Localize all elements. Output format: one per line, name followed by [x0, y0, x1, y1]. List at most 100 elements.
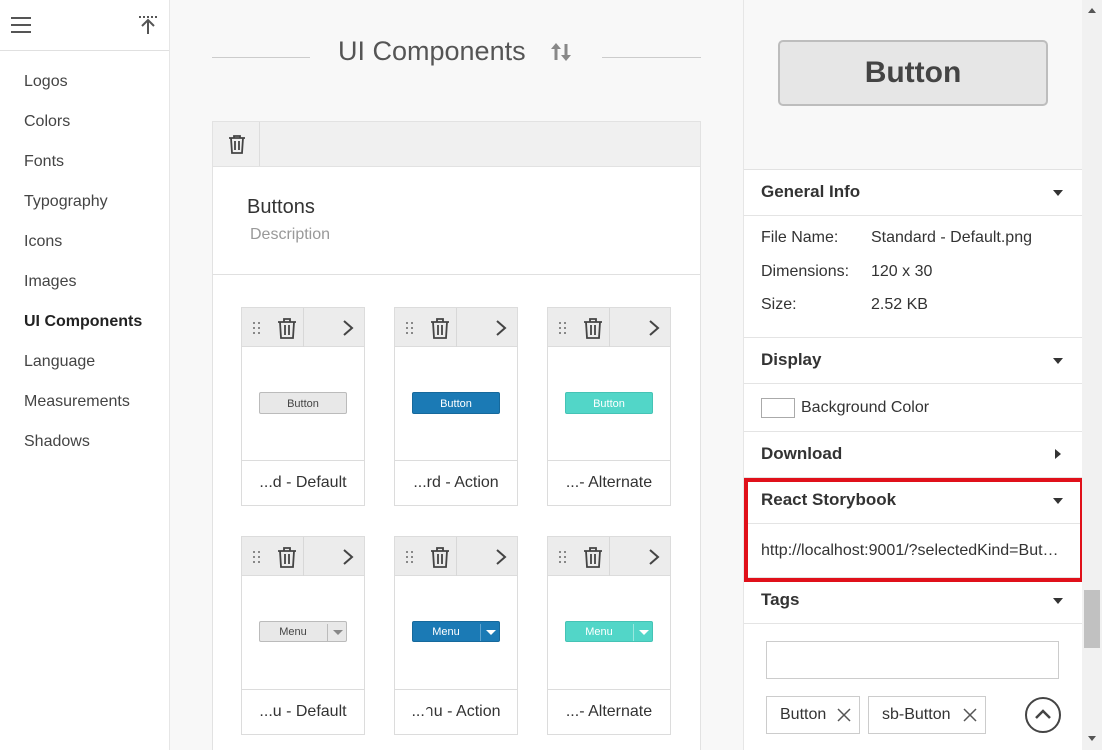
- info-value: Standard - Default.png: [871, 229, 1032, 246]
- scrollbar-thumb[interactable]: [1084, 590, 1100, 648]
- drag-handle-icon[interactable]: [405, 550, 415, 564]
- menu-label: Menu: [585, 626, 613, 638]
- sidebar-item-measurements[interactable]: Measurements: [0, 382, 169, 422]
- info-value: 2.52 KB: [871, 296, 928, 313]
- chevron-down-icon: [1053, 358, 1063, 364]
- sidebar-item-logos[interactable]: Logos: [0, 62, 169, 102]
- preview-menu-button: Menu: [565, 621, 653, 642]
- storybook-body: http://localhost:9001/?selectedKind=Butt…: [744, 524, 1082, 578]
- title-divider-left: [212, 57, 310, 58]
- background-color-swatch[interactable]: [761, 398, 795, 418]
- sidebar-item-images[interactable]: Images: [0, 262, 169, 302]
- trash-icon: [229, 135, 245, 154]
- info-value: 120 x 30: [871, 263, 933, 280]
- menu-label: Menu: [279, 626, 307, 638]
- card-toolbar: [548, 308, 670, 347]
- chevron-right-icon[interactable]: [494, 318, 508, 338]
- scroll-to-top-icon[interactable]: [137, 14, 159, 36]
- card-caption: ...- Alternate: [565, 703, 653, 720]
- trash-icon[interactable]: [430, 317, 450, 339]
- tag-label: Button: [780, 706, 827, 723]
- asset-card[interactable]: Menu ...- Alternate: [547, 536, 671, 735]
- toolbar-divider: [456, 537, 457, 576]
- caret-down-icon: [486, 630, 496, 635]
- sidebar-topbar: [0, 0, 169, 51]
- chevron-right-icon[interactable]: [341, 547, 355, 567]
- section-name[interactable]: Buttons: [247, 196, 315, 219]
- scroll-to-top-button[interactable]: [1025, 697, 1061, 733]
- trash-icon[interactable]: [583, 546, 603, 568]
- menu-separator: [633, 624, 634, 641]
- drag-handle-icon[interactable]: [405, 321, 415, 335]
- tag-label: sb-Button: [882, 706, 951, 723]
- scroll-up-arrow-icon[interactable]: [1088, 8, 1096, 13]
- section-description[interactable]: Description: [250, 226, 330, 244]
- remove-tag-icon[interactable]: [837, 708, 851, 722]
- general-info-title: General Info: [761, 182, 861, 201]
- general-info-header[interactable]: General Info: [744, 170, 1082, 216]
- chevron-right-icon[interactable]: [647, 547, 661, 567]
- card-preview: Button: [395, 347, 517, 461]
- asset-card[interactable]: Menu ...u - Default: [241, 536, 365, 735]
- card-preview: Button: [548, 347, 670, 461]
- display-title: Display: [761, 350, 822, 369]
- sidebar-item-ui-components[interactable]: UI Components: [0, 302, 169, 342]
- card-toolbar: [548, 537, 670, 576]
- trash-icon[interactable]: [277, 317, 297, 339]
- sidebar-item-shadows[interactable]: Shadows: [0, 422, 169, 462]
- trash-icon[interactable]: [430, 546, 450, 568]
- menu-label: Menu: [432, 626, 460, 638]
- page-scrollbar[interactable]: [1082, 0, 1102, 750]
- nav-list: Logos Colors Fonts Typography Icons Images UI …: [0, 51, 169, 462]
- sidebar-item-typography[interactable]: Typography: [0, 182, 169, 222]
- section-header: Buttons Description: [213, 167, 700, 275]
- trash-icon[interactable]: [583, 317, 603, 339]
- storybook-link[interactable]: http://localhost:9001/?selectedKind=Butt…: [761, 542, 1061, 560]
- hamburger-menu-icon[interactable]: [11, 17, 31, 33]
- drag-handle-icon[interactable]: [252, 550, 262, 564]
- general-info-body: File Name: Standard - Default.png Dimens…: [744, 216, 1082, 338]
- chevron-right-icon[interactable]: [647, 318, 661, 338]
- drag-handle-icon[interactable]: [558, 321, 568, 335]
- scroll-down-arrow-icon[interactable]: [1088, 736, 1096, 741]
- card-toolbar: [395, 308, 517, 347]
- chevron-right-icon[interactable]: [494, 547, 508, 567]
- asset-card[interactable]: Button ...d - Default: [241, 307, 365, 506]
- chevron-up-icon: [1035, 709, 1051, 719]
- drag-handle-icon[interactable]: [252, 321, 262, 335]
- card-toolbar: [242, 537, 364, 576]
- sidebar-item-fonts[interactable]: Fonts: [0, 142, 169, 182]
- title-divider-right: [602, 57, 701, 58]
- buttons-section: Buttons Description Button ...d - Default…: [212, 121, 701, 750]
- asset-card[interactable]: Button ...rd - Action: [394, 307, 518, 506]
- asset-card[interactable]: Button ...- Alternate: [547, 307, 671, 506]
- chevron-down-icon: [1053, 598, 1063, 604]
- chevron-right-icon[interactable]: [341, 318, 355, 338]
- card-preview: Menu: [395, 576, 517, 690]
- sidebar-item-colors[interactable]: Colors: [0, 102, 169, 142]
- card-preview: Menu: [548, 576, 670, 690]
- toolbar-divider: [609, 308, 610, 347]
- storybook-header[interactable]: React Storybook: [744, 478, 1082, 524]
- tag-chip: Button: [766, 696, 860, 734]
- delete-section-button[interactable]: [213, 122, 260, 166]
- tags-body: Button sb-Button: [744, 624, 1082, 750]
- download-header[interactable]: Download: [744, 432, 1082, 478]
- asset-card[interactable]: Menu ...าu - Action: [394, 536, 518, 735]
- menu-separator: [327, 624, 328, 641]
- sidebar-item-icons[interactable]: Icons: [0, 222, 169, 262]
- display-header[interactable]: Display: [744, 338, 1082, 384]
- card-caption: ...rd - Action: [413, 474, 499, 491]
- sort-icon[interactable]: [549, 40, 573, 64]
- remove-tag-icon[interactable]: [963, 708, 977, 722]
- preview-menu-button: Menu: [259, 621, 347, 642]
- sidebar-item-language[interactable]: Language: [0, 342, 169, 382]
- drag-handle-icon[interactable]: [558, 550, 568, 564]
- card-caption: ...าu - Action: [411, 703, 501, 720]
- chevron-down-icon: [1053, 190, 1063, 196]
- storybook-title: React Storybook: [761, 490, 897, 509]
- card-caption: ...u - Default: [259, 703, 347, 720]
- trash-icon[interactable]: [277, 546, 297, 568]
- tags-header[interactable]: Tags: [744, 578, 1082, 624]
- tag-input[interactable]: [766, 641, 1059, 679]
